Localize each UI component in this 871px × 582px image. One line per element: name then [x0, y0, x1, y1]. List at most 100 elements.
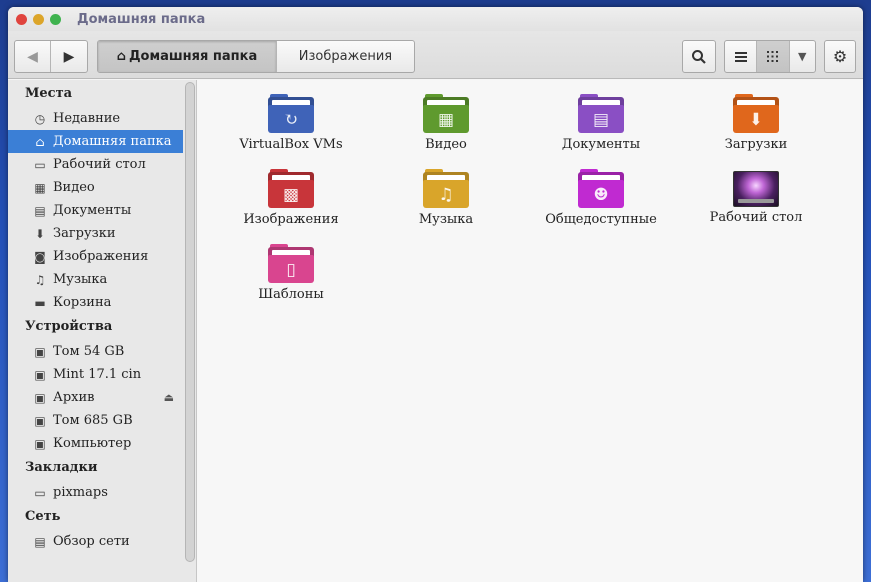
search-group — [682, 40, 716, 73]
list-view-button[interactable] — [725, 41, 758, 72]
window-title: Домашняя папка — [77, 11, 206, 27]
sidebar-item[interactable]: ◙ Изображения — [8, 245, 183, 268]
file-view: ↻ VirtualBox VMs ▦ Видео ▤ Документы ⬇ Загрузки… — [197, 80, 863, 582]
virtualbox-folder-icon: ↻ — [268, 94, 314, 134]
toolbar: ◀ ▶ ⌂ Домашняя папка Изображения ▼ ⚙ — [8, 31, 863, 79]
sidebar-section-title: Устройства — [25, 319, 113, 334]
sidebar-item-label: Архив — [53, 390, 95, 405]
file-item-label: VirtualBox VMs — [239, 137, 343, 152]
sidebar-item-label: Компьютер — [53, 436, 132, 451]
folder-icon: ▭ — [34, 485, 46, 500]
sidebar-item[interactable]: ▣ Том 685 GB — [8, 409, 183, 432]
gear-icon: ⚙ — [832, 47, 848, 66]
film-icon: ▦ — [34, 180, 46, 195]
file-item-label: Рабочий стол — [709, 210, 803, 225]
sidebar-item-label: Том 685 GB — [53, 413, 133, 428]
desktop-folder-icon — [733, 171, 779, 207]
sidebar-item-label: Рабочий стол — [53, 157, 146, 172]
breadcrumb: ⌂ Домашняя папка Изображения — [97, 40, 415, 73]
file-item[interactable]: ⬇ Загрузки — [678, 94, 834, 166]
eject-icon[interactable]: ⏏ — [164, 391, 174, 404]
crumb-home[interactable]: ⌂ Домашняя папка — [98, 41, 277, 72]
templates-folder-icon: ▯ — [268, 244, 314, 284]
documents-folder-icon: ▤ — [578, 94, 624, 134]
grid-icon — [767, 51, 779, 62]
file-item[interactable]: ☻ Общедоступные — [523, 169, 679, 241]
home-icon: ⌂ — [116, 49, 126, 64]
settings-button[interactable]: ⚙ — [825, 41, 855, 72]
forward-button[interactable]: ▶ — [51, 41, 87, 72]
forward-arrow-icon: ▶ — [63, 48, 75, 65]
sidebar-section-title: Сеть — [25, 509, 61, 524]
home-icon: ⌂ — [35, 134, 45, 149]
sidebar-item[interactable]: ▬ Корзина — [8, 291, 183, 314]
download-icon: ⬇ — [34, 226, 46, 241]
file-item[interactable]: ▦ Видео — [368, 94, 524, 166]
sidebar-item[interactable]: ▭ pixmaps — [8, 481, 183, 504]
music-icon: ♫ — [34, 272, 46, 287]
navigation-group: ◀ ▶ — [14, 40, 88, 73]
list-icon — [734, 51, 747, 62]
sidebar-item[interactable]: ▤ Обзор сети — [8, 530, 183, 553]
trash-icon: ▬ — [34, 295, 46, 310]
sidebar-item-label: Изображения — [53, 249, 149, 264]
sidebar-item[interactable]: ▣ Компьютер — [8, 432, 183, 455]
file-item-label: Видео — [425, 137, 467, 152]
desktop-icon: ▭ — [34, 157, 46, 172]
sidebar-item-label: pixmaps — [53, 485, 108, 500]
sidebar-section-title: Места — [25, 86, 73, 101]
sidebar-scrollbar[interactable] — [185, 82, 195, 562]
file-item[interactable]: Рабочий стол — [678, 169, 834, 241]
file-item[interactable]: ▩ Изображения — [213, 169, 369, 241]
sidebar-item[interactable]: ▭ Рабочий стол — [8, 153, 183, 176]
search-button[interactable] — [683, 41, 715, 72]
camera-icon: ◙ — [34, 249, 46, 264]
sidebar-item[interactable]: ⬇ Загрузки — [8, 222, 183, 245]
file-item-label: Шаблоны — [258, 287, 324, 302]
crumb-home-label: Домашняя папка — [128, 49, 258, 64]
drive-icon: ▣ — [34, 367, 46, 382]
sidebar-item[interactable]: ▣ Mint 17.1 cin — [8, 363, 183, 386]
sidebar-item-label: Видео — [53, 180, 95, 195]
search-icon — [692, 49, 706, 64]
sidebar-item[interactable]: ◷ Недавние — [8, 107, 183, 130]
public-folder-icon: ☻ — [578, 169, 624, 209]
crumb-pictures-label: Изображения — [298, 49, 393, 64]
grid-view-button[interactable] — [757, 41, 790, 72]
sidebar-item[interactable]: ▤ Документы — [8, 199, 183, 222]
file-item-label: Общедоступные — [545, 212, 657, 227]
sidebar-item[interactable]: ♫ Музыка — [8, 268, 183, 291]
file-item[interactable]: ▯ Шаблоны — [213, 244, 369, 316]
back-button[interactable]: ◀ — [15, 41, 52, 72]
crumb-pictures[interactable]: Изображения — [277, 41, 414, 72]
settings-group: ⚙ — [824, 40, 856, 73]
downloads-folder-icon: ⬇ — [733, 94, 779, 134]
sidebar-item[interactable]: ▣ Том 54 GB — [8, 340, 183, 363]
file-item[interactable]: ↻ VirtualBox VMs — [213, 94, 369, 166]
file-item[interactable]: ▤ Документы — [523, 94, 679, 166]
clock-icon: ◷ — [34, 111, 46, 126]
file-item-label: Документы — [561, 137, 641, 152]
sidebar-item-label: Том 54 GB — [53, 344, 125, 359]
sidebar-item[interactable]: ⌂ Домашняя папка — [8, 130, 183, 153]
sidebar-item-label: Недавние — [53, 111, 121, 126]
file-item-label: Музыка — [418, 212, 474, 227]
chevron-down-icon: ▼ — [798, 50, 807, 63]
sidebar-item-label: Корзина — [53, 295, 112, 310]
sidebar-item-label: Музыка — [53, 272, 108, 287]
file-item[interactable]: ♫ Музыка — [368, 169, 524, 241]
minimize-window-button[interactable] — [33, 13, 44, 25]
pictures-folder-icon: ▩ — [268, 169, 314, 209]
drive-icon: ▣ — [34, 344, 46, 359]
sidebar-item[interactable]: ▣ Архив ⏏ — [8, 386, 183, 409]
sidebar-item-label: Обзор сети — [53, 534, 130, 549]
sidebar-item[interactable]: ▦ Видео — [8, 176, 183, 199]
drive-icon: ▣ — [34, 390, 46, 405]
sidebar-item-label: Документы — [53, 203, 132, 218]
music-folder-icon: ♫ — [423, 169, 469, 209]
maximize-window-button[interactable] — [50, 13, 61, 25]
view-options-dropdown[interactable]: ▼ — [790, 41, 815, 72]
sidebar-item-label: Загрузки — [53, 226, 116, 241]
close-window-button[interactable] — [16, 13, 27, 25]
file-item-label: Загрузки — [724, 137, 788, 152]
